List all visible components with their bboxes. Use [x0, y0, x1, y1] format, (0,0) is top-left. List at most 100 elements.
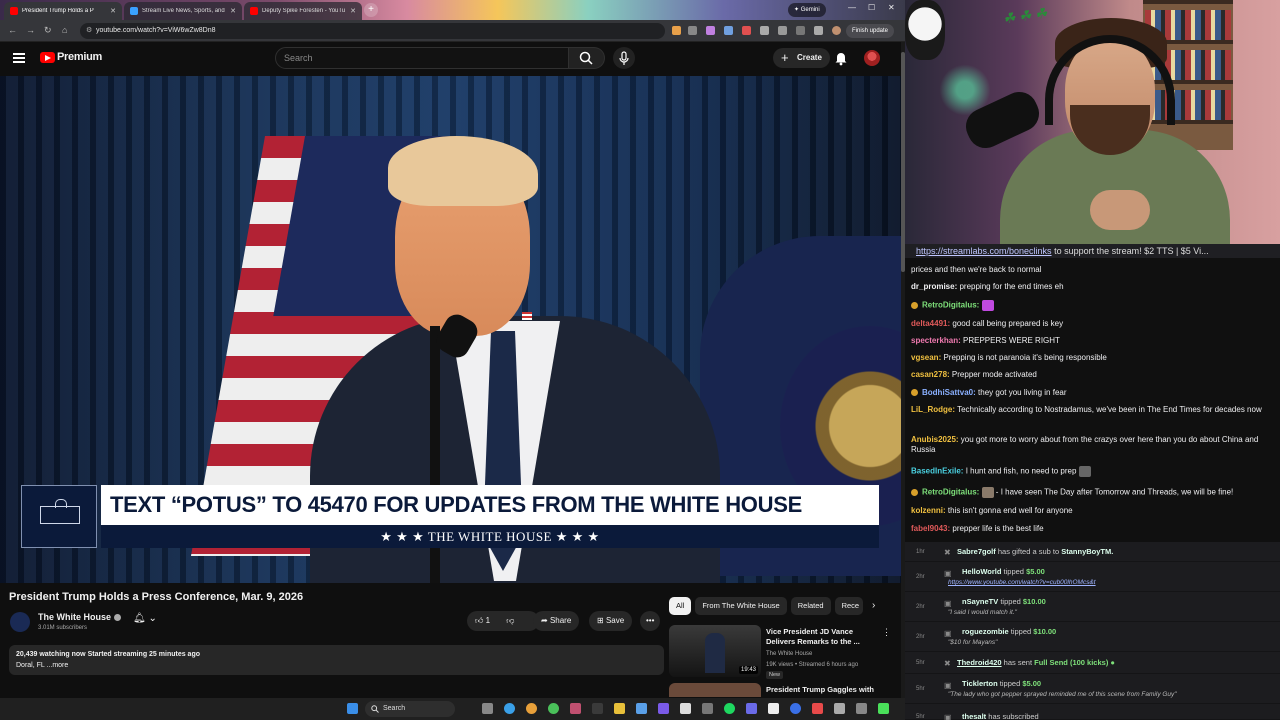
spotify-icon[interactable]: [724, 703, 735, 714]
search-button[interactable]: [569, 47, 605, 69]
white-house-logo: [21, 485, 97, 548]
minimize-icon[interactable]: —: [848, 3, 856, 12]
chip-from-white-house[interactable]: From The White House: [695, 597, 787, 615]
sidebar-icon[interactable]: [778, 26, 787, 35]
taskbar-search[interactable]: Search: [365, 701, 455, 717]
recommendation-menu-icon[interactable]: ⋮: [882, 627, 891, 638]
app-icon[interactable]: [746, 703, 757, 714]
more-actions-button[interactable]: •••: [640, 611, 661, 631]
app-icon[interactable]: [878, 703, 889, 714]
back-icon[interactable]: ←: [8, 25, 17, 35]
feed-item[interactable]: 5hr ▣ Ticklerton tipped $5.00 "The lady …: [905, 674, 1280, 704]
channel-name[interactable]: The White House: [38, 612, 122, 622]
chrome-profile-icon[interactable]: [548, 703, 559, 714]
app-icon[interactable]: [636, 703, 647, 714]
recommendation-meta: The White House 19K views • Streamed 6 h…: [766, 651, 859, 668]
feed-item[interactable]: 2hr ▣ nSayneTV tipped $10.00 "I said I w…: [905, 592, 1280, 622]
extension-icon[interactable]: [688, 26, 697, 35]
edge-icon[interactable]: [504, 703, 515, 714]
create-button[interactable]: + Create: [773, 48, 830, 68]
file-explorer-icon[interactable]: [614, 703, 625, 714]
description-location: Doral, FL: [16, 662, 45, 669]
chip-recent[interactable]: Rece: [834, 597, 863, 615]
streamlabs-link[interactable]: https://streamlabs.com/boneclinks: [916, 246, 1052, 256]
gemini-button[interactable]: ✦ Gemini: [788, 3, 826, 17]
channel-avatar[interactable]: [10, 612, 30, 632]
chat-message: RetroDigitalus: - I have seen The Day af…: [911, 487, 1273, 498]
forward-icon[interactable]: →: [26, 25, 35, 35]
downloads-icon[interactable]: [796, 26, 805, 35]
app-icon[interactable]: [592, 703, 603, 714]
feed-item[interactable]: 5hr ▣ thesalt has subscribed: [905, 704, 1280, 720]
chip-all[interactable]: All: [669, 597, 692, 615]
search-input[interactable]: Search: [275, 47, 569, 69]
reload-icon[interactable]: ↻: [44, 25, 52, 36]
app-icon[interactable]: [570, 703, 581, 714]
tab-president-trump[interactable]: President Trump Holds a P ✕: [4, 2, 122, 20]
feed-item[interactable]: 2hr ▣ HelloWorld tipped $5.00 https://ww…: [905, 562, 1280, 592]
video-player[interactable]: TEXT “POTUS” TO 45470 FOR UPDATES FROM T…: [0, 76, 901, 583]
browser-tab-bar: President Trump Holds a P ✕ Stream Live …: [0, 0, 905, 20]
tip-icon: ▣: [944, 599, 952, 608]
task-view-icon[interactable]: [482, 703, 493, 714]
discord-icon[interactable]: [658, 703, 669, 714]
close-tab-icon[interactable]: ✕: [230, 7, 236, 15]
youtube-premium-logo[interactable]: Premium: [57, 51, 102, 63]
emote-icon: [981, 300, 994, 311]
extension-icon[interactable]: [672, 26, 681, 35]
recommendation-title[interactable]: President Trump Gaggles with: [766, 685, 874, 694]
save-button[interactable]: ⊞ Save: [589, 611, 633, 631]
subscribe-icon: ▣: [944, 713, 952, 720]
voice-search-button[interactable]: [613, 47, 635, 69]
account-avatar[interactable]: [864, 50, 880, 66]
like-button[interactable]: 👍︎ 1: [475, 616, 490, 625]
youtube-logo-icon[interactable]: [40, 52, 55, 63]
subscription-bell-icon[interactable]: 🔔︎ ⌄: [133, 613, 157, 624]
url-field[interactable]: ⚙ youtube.com/watch?v=ViW6wZw8Dn8: [80, 23, 665, 39]
dislike-button[interactable]: 👎︎: [506, 616, 514, 625]
address-bar-row: ← → ↻ ⌂ ⚙ youtube.com/watch?v=ViW6wZw8Dn…: [0, 20, 905, 42]
close-window-icon[interactable]: ✕: [888, 3, 895, 12]
app-icon[interactable]: [856, 703, 867, 714]
pinned-message: https://streamlabs.com/boneclinks to sup…: [905, 244, 1280, 258]
profile-avatar[interactable]: [832, 26, 841, 35]
recommendation-thumbnail[interactable]: [669, 683, 761, 697]
chat-message: RetroDigitalus:: [911, 300, 1273, 311]
feed-item[interactable]: 2hr ▣ roguezombie tipped $10.00 "$10 for…: [905, 622, 1280, 652]
app-icon[interactable]: [680, 703, 691, 714]
app-icon[interactable]: [790, 703, 801, 714]
new-tab-button[interactable]: +: [364, 3, 378, 17]
home-icon[interactable]: ⌂: [62, 25, 67, 35]
close-tab-icon[interactable]: ✕: [110, 7, 116, 15]
feed-item[interactable]: 1hr ✖ Sabre7golf has gifted a sub to Sta…: [905, 542, 1280, 562]
maximize-icon[interactable]: ☐: [868, 3, 875, 12]
app-icon[interactable]: [834, 703, 845, 714]
close-tab-icon[interactable]: ✕: [350, 7, 356, 15]
extension-icon[interactable]: [706, 26, 715, 35]
chip-related[interactable]: Related: [790, 597, 831, 615]
finish-update-button[interactable]: Finish update: [846, 24, 895, 38]
tab-deputy-spike[interactable]: Deputy Spike Foresten - YouTu ✕: [244, 2, 362, 20]
collections-icon[interactable]: [814, 26, 823, 35]
feed-item[interactable]: 5hr ✖ Thedroid420 has sent Full Send (10…: [905, 652, 1280, 674]
notifications-bell-icon[interactable]: [834, 51, 848, 66]
site-info-icon[interactable]: ⚙: [86, 23, 92, 39]
extension-icon[interactable]: [742, 26, 751, 35]
recommendation-title[interactable]: Vice President JD Vance Delivers Remarks…: [766, 627, 876, 647]
tab-stream-live-news[interactable]: Stream Live News, Sports, and ✕: [124, 2, 242, 20]
description-more-link[interactable]: ...more: [46, 662, 68, 669]
start-icon[interactable]: [347, 703, 358, 714]
extension-icon[interactable]: [724, 26, 733, 35]
chrome-icon[interactable]: [526, 703, 537, 714]
recommendation-thumbnail[interactable]: 19:43: [669, 625, 761, 677]
chevron-right-icon[interactable]: ›: [872, 600, 875, 611]
app-icon[interactable]: [768, 703, 779, 714]
app-icon[interactable]: [702, 703, 713, 714]
subscriber-badge-icon: [911, 389, 918, 397]
description-box[interactable]: 20,439 watching now Started streaming 25…: [9, 645, 664, 675]
app-icon[interactable]: [812, 703, 823, 714]
extensions-puzzle-icon[interactable]: [760, 26, 769, 35]
menu-icon[interactable]: [13, 53, 25, 63]
chat-message: prices and then we're back to normal: [911, 265, 1042, 274]
share-button[interactable]: ➦ Share: [533, 611, 580, 631]
